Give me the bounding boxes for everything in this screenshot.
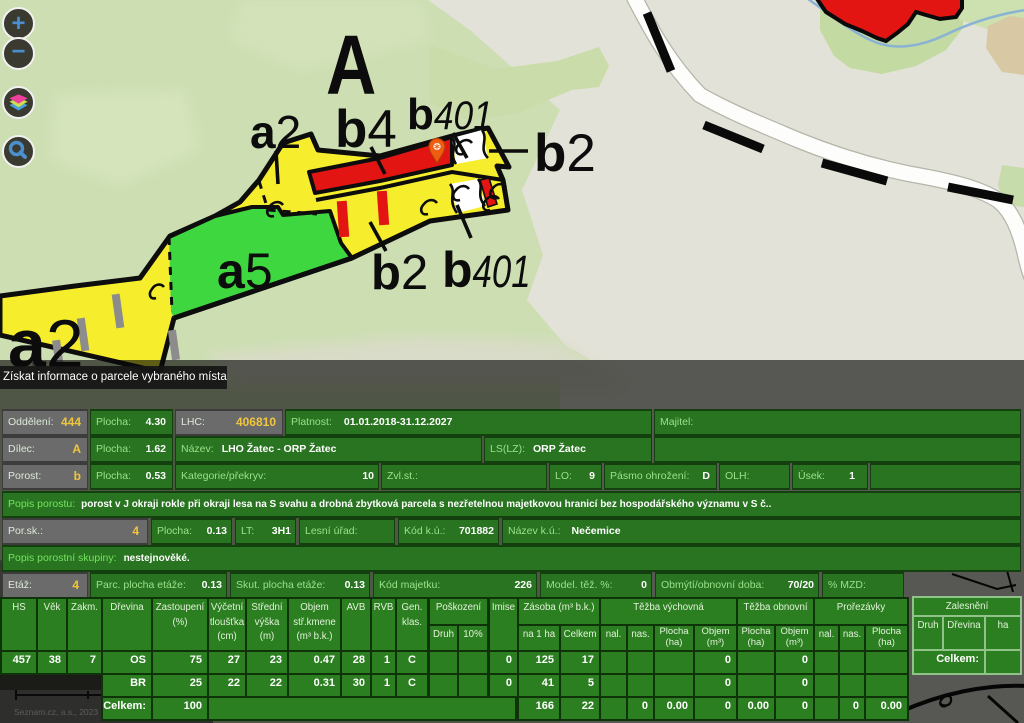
svg-text:b2: b2 — [371, 246, 428, 300]
svg-text:b4: b4 — [335, 100, 397, 159]
svg-text:b2: b2 — [534, 124, 596, 183]
svg-text:b401: b401 — [407, 90, 493, 139]
svg-text:A: A — [326, 19, 376, 113]
svg-text:a2: a2 — [250, 106, 301, 158]
svg-text:b401: b401 — [442, 242, 531, 298]
svg-text:a5: a5 — [217, 243, 273, 299]
